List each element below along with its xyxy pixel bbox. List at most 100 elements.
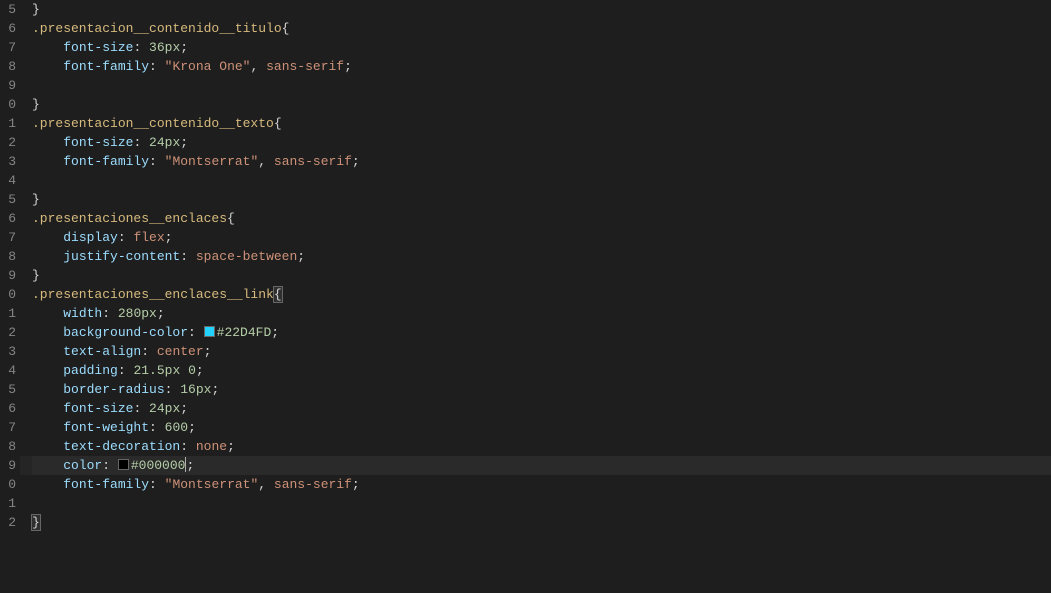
line-number: 1 xyxy=(0,494,16,513)
token-kw: space-between xyxy=(196,249,297,264)
token-kw: flex xyxy=(133,230,164,245)
code-line[interactable]: font-size: 24px; xyxy=(32,133,1051,152)
line-number: 8 xyxy=(0,57,16,76)
token-colon: : xyxy=(141,344,157,359)
token-colon: , xyxy=(258,477,274,492)
code-line[interactable]: font-family: "Montserrat", sans-serif; xyxy=(32,152,1051,171)
token-brace: { xyxy=(274,116,282,131)
token-semi: ; xyxy=(352,477,360,492)
token-num: 21.5px xyxy=(133,363,180,378)
token-brace: } xyxy=(32,192,40,207)
code-line[interactable]: text-decoration: none; xyxy=(32,437,1051,456)
token-semi: ; xyxy=(227,439,235,454)
line-number: 0 xyxy=(0,95,16,114)
line-number: 7 xyxy=(0,38,16,57)
code-line[interactable]: .presentacion__contenido__texto{ xyxy=(32,114,1051,133)
token-colon: : xyxy=(149,59,165,74)
token-brace: } xyxy=(32,2,40,17)
token-colon: : xyxy=(133,401,149,416)
token-prop: font-size xyxy=(63,135,133,150)
code-line[interactable]: display: flex; xyxy=(32,228,1051,247)
token-prop: font-size xyxy=(63,40,133,55)
line-number: 0 xyxy=(0,285,16,304)
code-line[interactable]: } xyxy=(32,513,1051,532)
code-line[interactable]: font-family: "Montserrat", sans-serif; xyxy=(32,475,1051,494)
code-editor[interactable]: 5678901234567890123456789012 }.presentac… xyxy=(0,0,1051,593)
token-semi: ; xyxy=(157,306,165,321)
code-line[interactable]: } xyxy=(32,266,1051,285)
code-line[interactable]: font-weight: 600; xyxy=(32,418,1051,437)
code-line[interactable]: .presentaciones__enclaces{ xyxy=(32,209,1051,228)
token-semi: ; xyxy=(165,230,173,245)
code-line[interactable]: } xyxy=(32,190,1051,209)
token-prop: width xyxy=(63,306,102,321)
code-area[interactable]: } .presentacion__contenido__titulo{ font-… xyxy=(20,0,1051,593)
token-brace: } xyxy=(32,515,40,530)
token-semi: ; xyxy=(211,382,219,397)
code-line[interactable]: font-size: 24px; xyxy=(32,399,1051,418)
token-colon xyxy=(180,363,188,378)
line-number: 1 xyxy=(0,304,16,323)
line-number: 2 xyxy=(0,513,16,532)
token-num: 24px xyxy=(149,135,180,150)
token-brace: } xyxy=(32,97,40,112)
line-number: 9 xyxy=(0,76,16,95)
token-prop: font-weight xyxy=(63,420,149,435)
code-line[interactable]: color: #000000; xyxy=(32,456,1051,475)
code-line[interactable]: padding: 21.5px 0; xyxy=(32,361,1051,380)
token-kw: center xyxy=(157,344,204,359)
token-ident: sans-serif xyxy=(274,154,352,169)
token-colon: , xyxy=(258,154,274,169)
token-str: "Montserrat" xyxy=(165,477,259,492)
token-semi: ; xyxy=(180,40,188,55)
code-line[interactable]: .presentacion__contenido__titulo{ xyxy=(32,19,1051,38)
token-selector: .presentacion__contenido__texto xyxy=(32,116,274,131)
line-number: 0 xyxy=(0,475,16,494)
token-prop: font-size xyxy=(63,401,133,416)
token-prop: font-family xyxy=(63,59,149,74)
token-colon: : xyxy=(149,154,165,169)
token-prop: font-family xyxy=(63,477,149,492)
token-selector: .presentaciones__enclaces__link xyxy=(32,287,274,302)
token-num: 0 xyxy=(188,363,196,378)
token-colon: : xyxy=(188,325,204,340)
token-colon: : xyxy=(149,477,165,492)
line-number: 7 xyxy=(0,418,16,437)
code-line[interactable]: } xyxy=(32,0,1051,19)
code-line[interactable]: } xyxy=(32,95,1051,114)
token-num: 600 xyxy=(165,420,188,435)
code-line[interactable]: .presentaciones__enclaces__link{ xyxy=(32,285,1051,304)
token-colon: : xyxy=(149,420,165,435)
token-prop: display xyxy=(63,230,118,245)
line-number: 4 xyxy=(0,361,16,380)
token-ident: sans-serif xyxy=(274,477,352,492)
code-line[interactable]: font-family: "Krona One", sans-serif; xyxy=(32,57,1051,76)
code-line[interactable]: width: 280px; xyxy=(32,304,1051,323)
token-prop: text-align xyxy=(63,344,141,359)
line-number: 3 xyxy=(0,342,16,361)
line-number: 8 xyxy=(0,247,16,266)
token-num: #000000 xyxy=(131,458,186,473)
code-line[interactable]: font-size: 36px; xyxy=(32,38,1051,57)
token-colon: : xyxy=(180,249,196,264)
code-line[interactable] xyxy=(32,494,1051,513)
token-semi: ; xyxy=(297,249,305,264)
code-line[interactable]: justify-content: space-between; xyxy=(32,247,1051,266)
token-colon: : xyxy=(133,40,149,55)
code-line[interactable]: text-align: center; xyxy=(32,342,1051,361)
token-semi: ; xyxy=(344,59,352,74)
code-line[interactable]: background-color: #22D4FD; xyxy=(32,323,1051,342)
line-number: 7 xyxy=(0,228,16,247)
token-ident: sans-serif xyxy=(266,59,344,74)
line-number: 9 xyxy=(0,456,16,475)
token-str: "Krona One" xyxy=(165,59,251,74)
line-number-gutter: 5678901234567890123456789012 xyxy=(0,0,20,593)
code-line[interactable]: border-radius: 16px; xyxy=(32,380,1051,399)
token-semi: ; xyxy=(188,420,196,435)
token-colon: : xyxy=(118,363,134,378)
line-number: 3 xyxy=(0,152,16,171)
code-line[interactable] xyxy=(32,76,1051,95)
code-line[interactable] xyxy=(32,171,1051,190)
token-colon: : xyxy=(102,458,118,473)
line-number: 5 xyxy=(0,190,16,209)
